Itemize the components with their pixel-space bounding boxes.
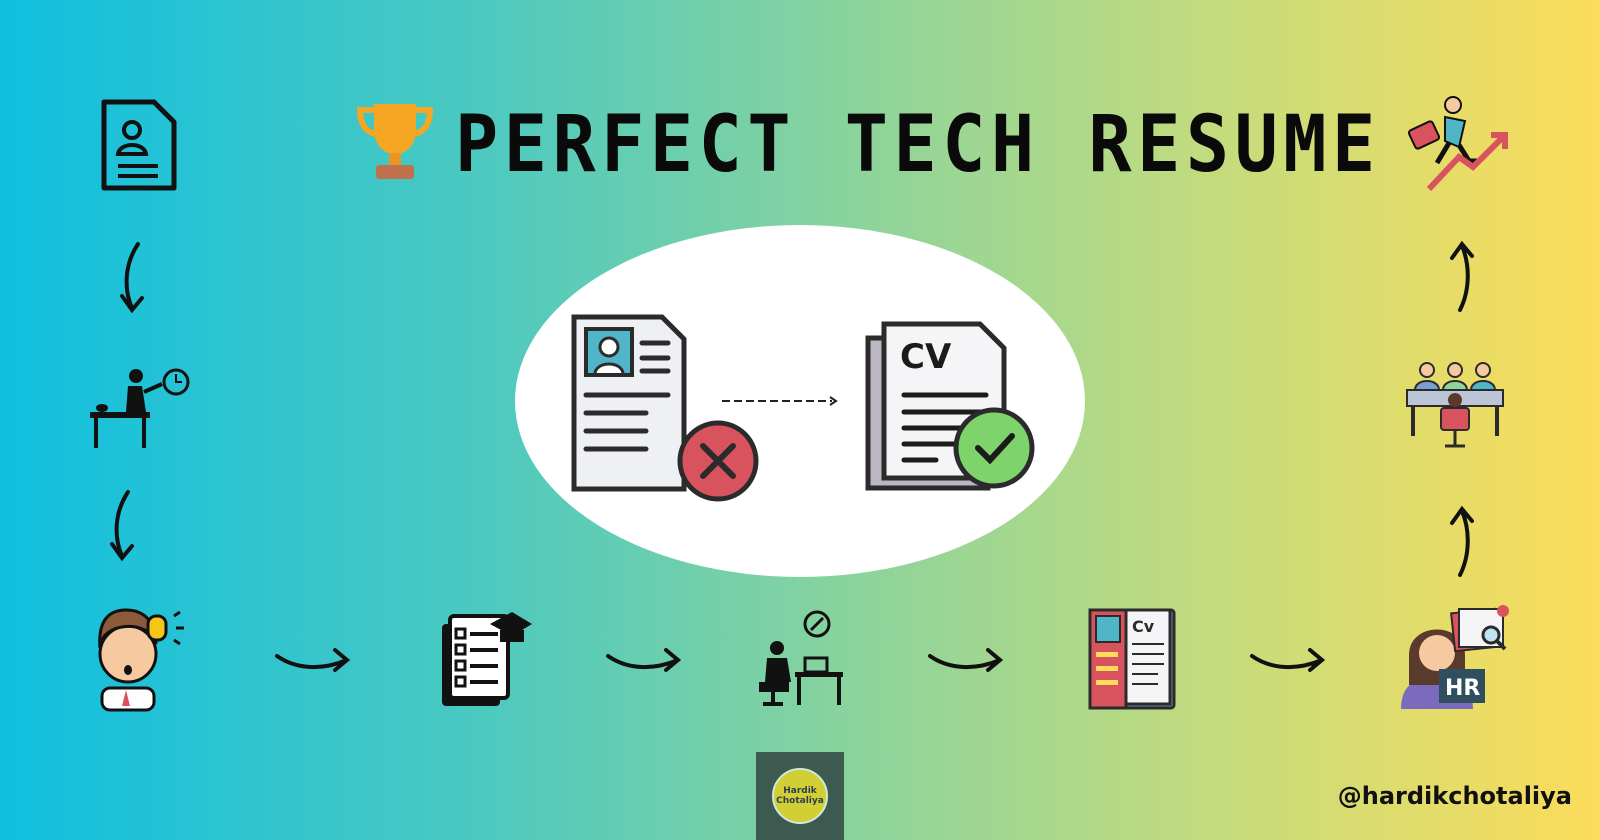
logo-line2: Chotaliya	[776, 796, 824, 806]
person-writing-laptop-icon	[759, 610, 843, 706]
arrow-up-1	[1450, 505, 1474, 577]
author-handle[interactable]: @hardikchotaliya	[1338, 782, 1572, 810]
career-growth-icon	[1407, 96, 1508, 192]
person-working-desk-icon	[90, 368, 190, 448]
arrow-right-1	[275, 648, 351, 672]
arrow-up-2	[1450, 240, 1474, 312]
arrow-right-4	[1250, 648, 1326, 672]
author-logo: Hardik Chotaliya	[756, 752, 844, 840]
cv-badge: Cv	[1132, 617, 1155, 636]
arrow-right-2	[606, 648, 682, 672]
interview-panel-icon	[1406, 362, 1504, 448]
education-checklist-icon	[442, 612, 532, 706]
rejected-resume-icon	[571, 314, 759, 502]
hr-recruiter-icon: HR	[1401, 605, 1509, 709]
thinking-boy-idea-icon	[98, 608, 184, 712]
resume-document-icon	[101, 99, 177, 191]
trophy-icon	[356, 104, 434, 179]
arrow-down-2	[110, 490, 134, 562]
cv-label: CV	[900, 337, 952, 377]
dashed-arrow	[722, 396, 838, 406]
arrow-down-1	[120, 242, 144, 314]
cv-document-icon: Cv	[1088, 608, 1176, 710]
hr-badge: HR	[1445, 676, 1480, 701]
logo-line1: Hardik	[783, 786, 817, 796]
arrow-right-3	[928, 648, 1004, 672]
page-title: PERFECT TECH RESUME	[455, 100, 1381, 190]
approved-cv-icon: CV	[865, 321, 1035, 491]
